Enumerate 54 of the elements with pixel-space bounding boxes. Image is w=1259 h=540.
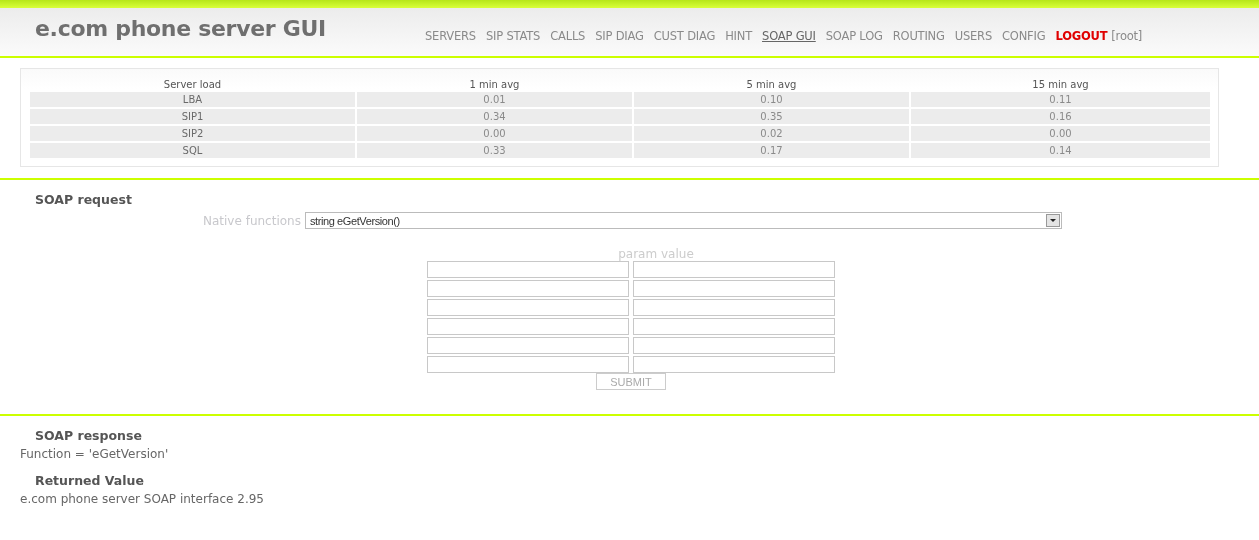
table-cell: 0.35	[634, 109, 909, 126]
param-value-field[interactable]	[633, 261, 835, 278]
section-heading: SOAP request	[35, 192, 133, 207]
nav-link[interactable]: USERS	[954, 29, 992, 43]
section-heading: SOAP response	[35, 428, 143, 443]
column-header: Server load	[162, 77, 223, 92]
param-value-field[interactable]	[633, 337, 835, 354]
submit-button[interactable]: SUBMIT	[596, 373, 666, 390]
column-header: 15 min avg	[1031, 77, 1090, 92]
user-name: [root]	[1111, 29, 1143, 43]
nav-link[interactable]: SOAP LOG	[825, 29, 883, 43]
table-cell: 0.00	[911, 126, 1210, 143]
table-cell: 0.34	[357, 109, 632, 126]
param-value-field[interactable]	[633, 356, 835, 373]
nav-link[interactable]: CALLS	[550, 29, 586, 43]
table-cell: 0.17	[634, 143, 909, 160]
param-value-field[interactable]	[633, 280, 835, 297]
nav-link[interactable]: SIP STATS	[485, 29, 541, 43]
function-dropdown[interactable]: string eGetVersion()	[304, 212, 1062, 229]
table-cell: SIP2	[30, 126, 355, 143]
caret-icon	[1045, 214, 1060, 227]
table-cell: SIP1	[30, 109, 355, 126]
param-value-field[interactable]	[633, 299, 835, 316]
param-value-field[interactable]	[633, 318, 835, 335]
table-cell: LBA	[30, 92, 355, 109]
table-cell: 0.16	[911, 109, 1210, 126]
param-name-field[interactable]	[427, 356, 629, 373]
nav-link[interactable]: SIP DIAG	[595, 29, 644, 43]
param-name-field[interactable]	[427, 318, 629, 335]
nav-link[interactable]: ROUTING	[892, 29, 945, 43]
table-cell: SQL	[30, 143, 355, 160]
nav-link[interactable]: HINT	[725, 29, 753, 43]
section-heading: Returned Value	[35, 473, 145, 488]
table-cell: 0.33	[357, 143, 632, 160]
param-name-field[interactable]	[427, 261, 629, 278]
param-name-field[interactable]	[427, 280, 629, 297]
table-cell: 0.01	[357, 92, 632, 109]
column-header: 1 min avg	[468, 77, 521, 92]
nav-link[interactable]: CONFIG	[1002, 29, 1046, 43]
nav-link[interactable]: CUST DIAG	[653, 29, 716, 43]
table-cell: 0.02	[634, 126, 909, 143]
table-cell: 0.14	[911, 143, 1210, 160]
param-name-field[interactable]	[427, 337, 629, 354]
response-text: Function = 'eGetVersion'	[20, 447, 170, 461]
column-header: 5 min avg	[745, 77, 798, 92]
table-cell: 0.11	[911, 92, 1210, 109]
table-cell: 0.00	[357, 126, 632, 143]
site-title: e.com phone server GUI	[35, 16, 327, 41]
response-text: e.com phone server SOAP interface 2.95	[20, 492, 265, 506]
nav-link[interactable]: SOAP GUI	[762, 29, 816, 43]
nav-link[interactable]: LOGOUT	[1055, 29, 1108, 43]
param-name-field[interactable]	[427, 299, 629, 316]
nav-link[interactable]: SERVERS	[425, 29, 476, 43]
table-cell: 0.10	[634, 92, 909, 109]
